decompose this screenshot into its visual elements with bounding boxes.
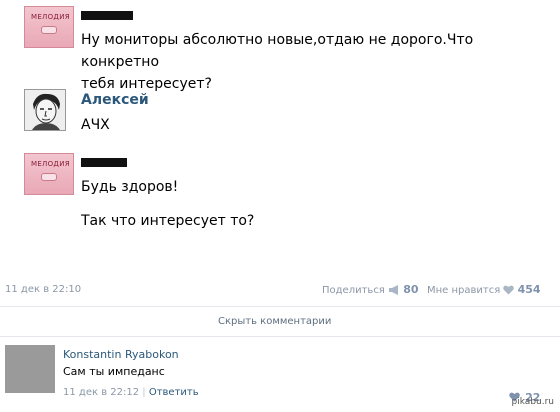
redacted-name: [81, 158, 127, 167]
watermark: pikabu.ru: [511, 397, 554, 407]
reply-link[interactable]: Ответить: [149, 387, 199, 398]
avatar-decoration: [41, 26, 57, 34]
message-text: Так что интересует то?: [81, 213, 255, 229]
separator: |: [142, 387, 146, 398]
portrait-sketch-icon: [25, 90, 65, 130]
message-text: Ну мониторы абсолютно новые,отдаю не дор…: [81, 29, 541, 95]
redacted-name: [81, 11, 133, 20]
comment-avatar[interactable]: [5, 345, 55, 393]
avatar-melodiya-1[interactable]: МЕЛОДИЯ: [24, 6, 74, 48]
message-author[interactable]: Алексей: [81, 92, 149, 108]
comment-author[interactable]: Konstantin Ryabokon: [63, 348, 179, 361]
comment-meta: 11 дек в 22:12 | Ответить: [63, 387, 199, 398]
like-button[interactable]: Мне нравится 454: [427, 283, 541, 296]
like-label: Мне нравится: [427, 285, 501, 296]
avatar-melodiya-2[interactable]: МЕЛОДИЯ: [24, 153, 74, 195]
avatar-label: МЕЛОДИЯ: [31, 13, 70, 21]
share-count: 80: [403, 283, 419, 296]
avatar-decoration: [41, 173, 57, 181]
heart-icon: [503, 285, 515, 295]
divider: [0, 306, 560, 307]
share-label: Поделиться: [322, 285, 385, 296]
like-count: 454: [517, 283, 541, 296]
megaphone-icon: [389, 285, 399, 295]
hide-comments-link[interactable]: Скрыть комментарии: [218, 316, 331, 327]
message-text: Будь здоров!: [81, 179, 179, 195]
share-button[interactable]: Поделиться 80: [322, 283, 419, 296]
avatar-aleksey[interactable]: [24, 89, 66, 131]
comment-timestamp[interactable]: 11 дек в 22:12: [63, 387, 139, 398]
divider: [0, 336, 560, 337]
message-line: Ну мониторы абсолютно новые,отдаю не дор…: [81, 32, 474, 70]
message-text: АЧХ: [81, 117, 110, 133]
post-timestamp[interactable]: 11 дек в 22:10: [5, 284, 81, 295]
avatar-label: МЕЛОДИЯ: [31, 160, 70, 168]
comment-text: Сам ты импеданс: [63, 365, 165, 378]
message-line: тебя интересует?: [81, 76, 212, 92]
